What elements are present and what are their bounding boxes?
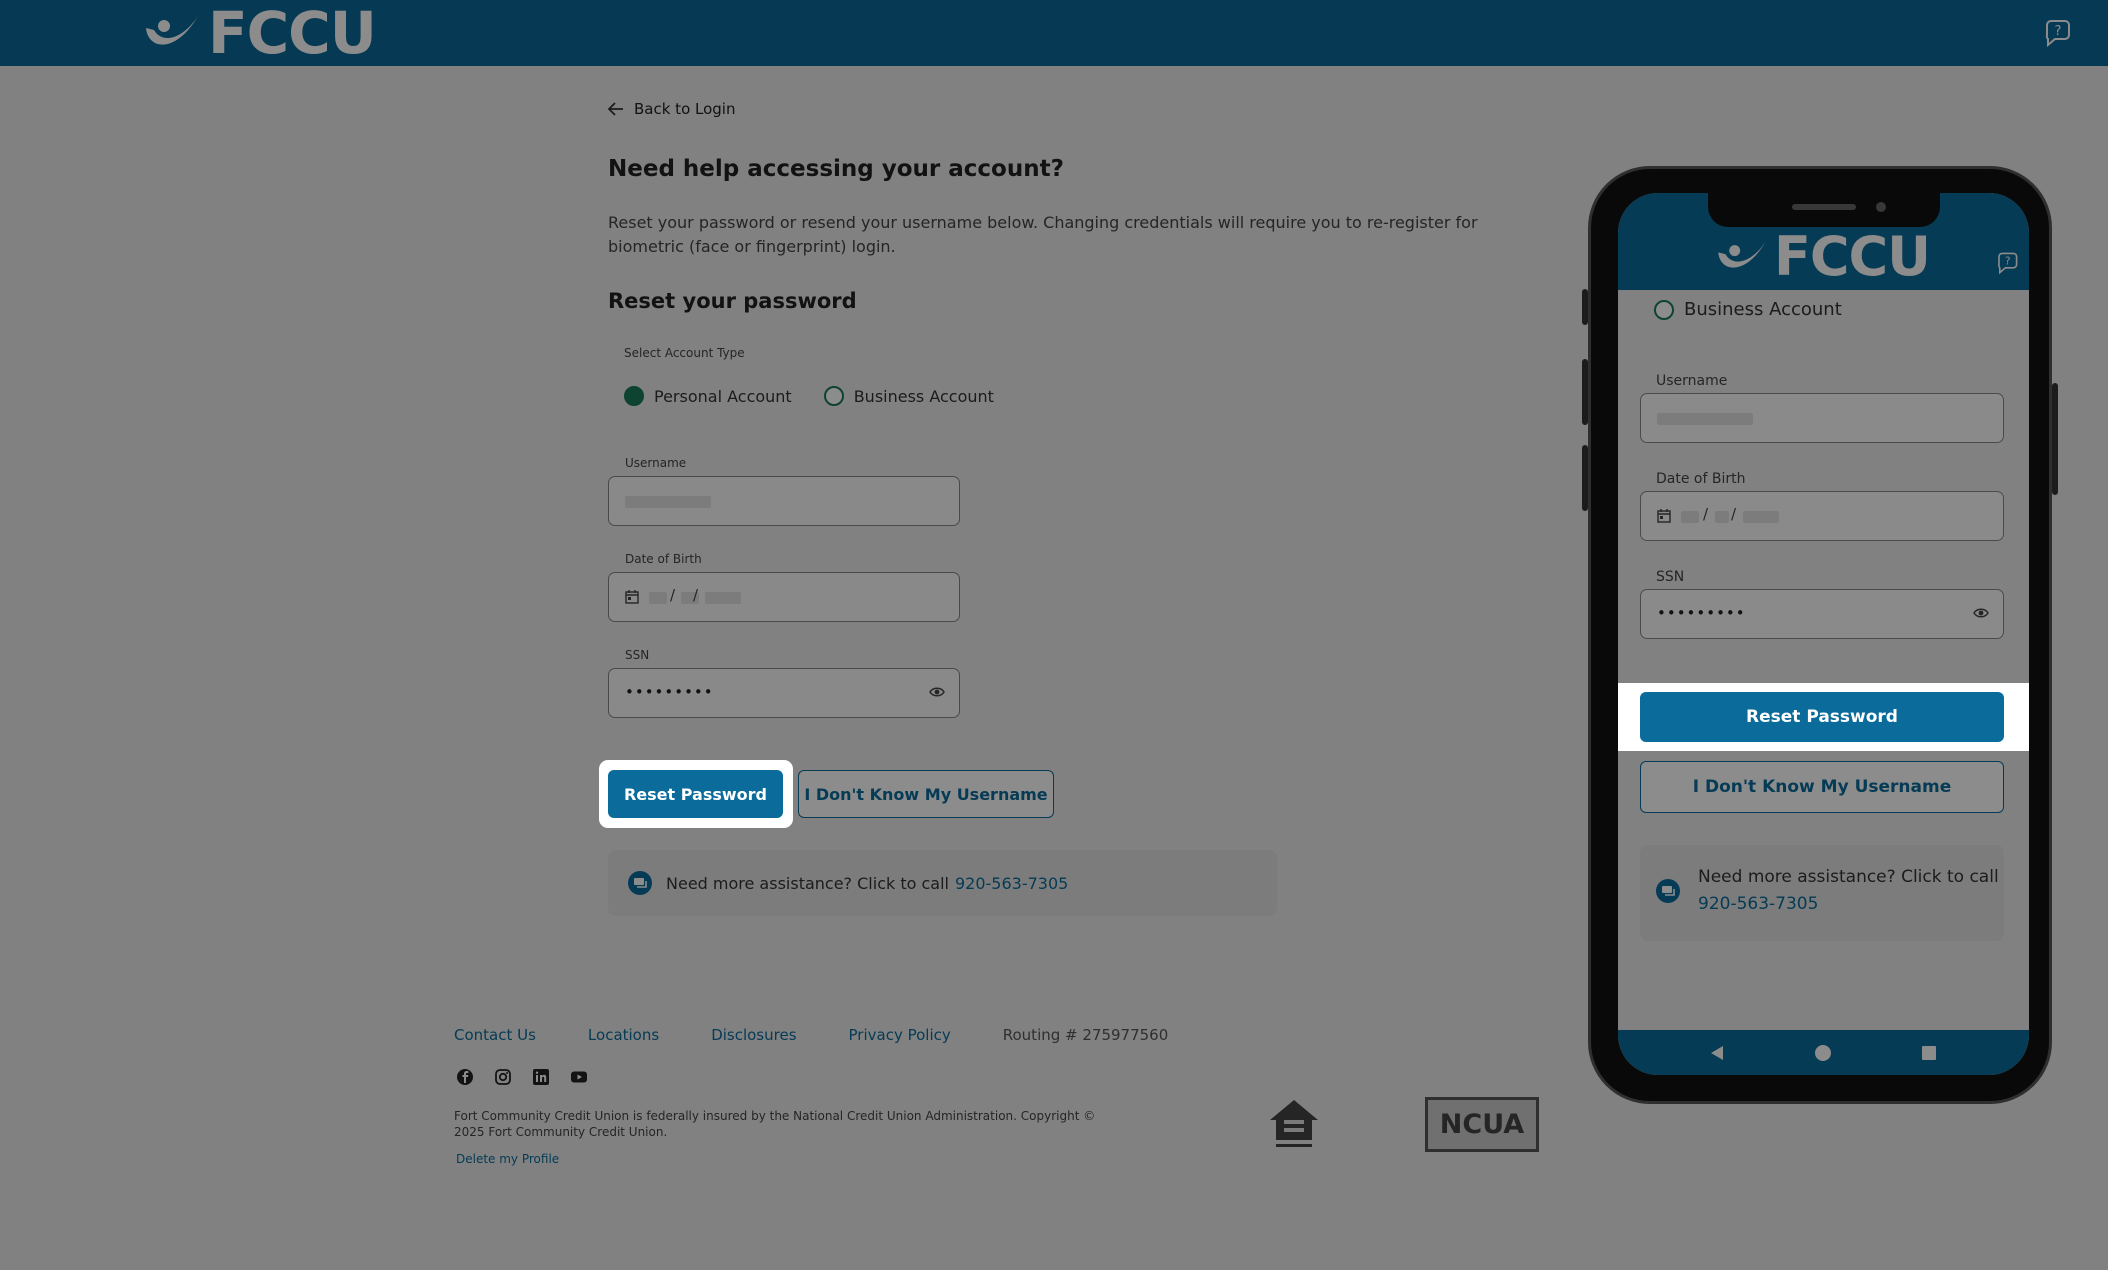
redacted-year xyxy=(705,592,741,604)
top-bar: FCCU ? xyxy=(0,0,2108,66)
radio-personal-account[interactable]: Personal Account xyxy=(624,386,792,406)
dob-separator: / xyxy=(670,586,676,604)
phone-nav-bar xyxy=(1618,1030,2029,1075)
section-title: Reset your password xyxy=(608,289,857,313)
facebook-icon[interactable] xyxy=(456,1068,474,1090)
nav-back-icon xyxy=(1711,1046,1723,1060)
svg-text:?: ? xyxy=(2005,256,2011,268)
phone-header: FCCU ? xyxy=(1618,193,2029,290)
phone-notch xyxy=(1708,193,1940,227)
nav-recents-icon xyxy=(1922,1046,1936,1060)
insurance-disclaimer: Fort Community Credit Union is federally… xyxy=(454,1109,1096,1139)
assistance-box: Need more assistance? Click to call 920-… xyxy=(608,850,1277,916)
chat-bubble-icon xyxy=(628,871,652,895)
phone-camera xyxy=(1876,202,1886,212)
phone-username-label: Username xyxy=(1656,373,1728,389)
footer-link-privacy-policy[interactable]: Privacy Policy xyxy=(849,1026,951,1044)
fccu-logo[interactable]: FCCU xyxy=(142,0,377,67)
logo-text: FCCU xyxy=(208,0,377,67)
routing-number: Routing # 275977560 xyxy=(1002,1026,1169,1044)
radio-personal-label: Personal Account xyxy=(654,386,792,406)
calendar-icon xyxy=(625,590,639,604)
forgot-username-button[interactable]: I Don't Know My Username xyxy=(798,770,1054,818)
calendar-icon xyxy=(1657,509,1671,523)
account-type-radio-group: Personal Account Business Account xyxy=(624,386,1026,406)
linkedin-icon[interactable] xyxy=(532,1068,550,1090)
phone-assistance-box: Need more assistance? Click to call 920-… xyxy=(1640,845,2004,941)
instagram-icon[interactable] xyxy=(494,1068,512,1090)
back-link-label: Back to Login xyxy=(634,100,736,118)
phone-side-button xyxy=(1582,445,1588,511)
svg-text:?: ? xyxy=(2055,24,2062,39)
dob-field[interactable]: / / xyxy=(608,572,960,622)
ssn-masked-value: ••••••••• xyxy=(625,683,714,701)
phone-dob-field: / / xyxy=(1640,491,2004,541)
ssn-label: SSN xyxy=(625,648,650,662)
phone-radio-business: Business Account xyxy=(1654,299,1842,320)
eye-icon xyxy=(1973,608,1989,618)
social-links xyxy=(456,1068,608,1090)
ssn-field[interactable]: ••••••••• xyxy=(608,668,960,718)
phone-ssn-field: ••••••••• xyxy=(1640,589,2004,639)
phone-forgot-username-button: I Don't Know My Username xyxy=(1640,761,2004,813)
redacted-username xyxy=(1657,413,1753,425)
dob-label: Date of Birth xyxy=(625,552,702,566)
dob-separator: / xyxy=(1703,505,1709,523)
redacted-username xyxy=(625,496,711,508)
redacted-day xyxy=(1715,511,1729,523)
dob-separator: / xyxy=(1731,505,1737,523)
radio-indicator xyxy=(823,386,844,406)
assistance-text: Need more assistance? Click to call xyxy=(666,873,949,893)
phone-username-field xyxy=(1640,393,2004,443)
equal-housing-lender-logo xyxy=(1266,1096,1322,1156)
footer-link-contact-us[interactable]: Contact Us xyxy=(454,1026,536,1044)
ncua-logo: NCUA xyxy=(1425,1097,1539,1152)
fccu-swoosh-icon xyxy=(1718,241,1766,268)
phone-reset-password-button[interactable]: Reset Password xyxy=(1640,692,2004,742)
phone-dob-label: Date of Birth xyxy=(1656,471,1746,487)
radio-business-label: Business Account xyxy=(853,386,994,406)
redacted-month xyxy=(1681,511,1699,523)
back-to-login-link[interactable]: Back to Login xyxy=(608,100,735,118)
radio-business-account[interactable]: Business Account xyxy=(823,386,994,406)
phone-assistance-text: Need more assistance? Click to call xyxy=(1698,867,1999,887)
footer-link-disclosures[interactable]: Disclosures xyxy=(711,1026,796,1044)
radio-selected-indicator xyxy=(624,386,644,406)
phone-help-icon: ? xyxy=(1995,251,2019,279)
youtube-icon[interactable] xyxy=(570,1068,588,1090)
username-field[interactable] xyxy=(608,476,960,526)
phone-business-label: Business Account xyxy=(1684,299,1842,320)
reset-password-button[interactable]: Reset Password xyxy=(608,770,783,818)
redacted-year xyxy=(1743,511,1779,523)
footer-link-locations[interactable]: Locations xyxy=(588,1026,659,1044)
help-chat-icon[interactable]: ? xyxy=(2042,18,2072,48)
chat-bubble-icon xyxy=(1656,879,1680,903)
phone-ssn-label: SSN xyxy=(1656,569,1685,585)
account-type-label: Select Account Type xyxy=(624,346,745,360)
page-title: Need help accessing your account? xyxy=(608,156,1064,182)
phone-side-button xyxy=(2052,383,2058,495)
footer-links: Contact Us Locations Disclosures Privacy… xyxy=(454,1026,1220,1044)
ssn-masked-value: ••••••••• xyxy=(1657,604,1746,622)
eye-icon[interactable] xyxy=(929,686,945,698)
radio-indicator xyxy=(1654,299,1674,320)
delete-profile-link[interactable]: Delete my Profile xyxy=(456,1152,559,1166)
phone-call-link: 920-563-7305 xyxy=(1698,894,1819,914)
phone-logo-text: FCCU xyxy=(1774,225,1931,288)
phone-fccu-logo: FCCU xyxy=(1714,225,1931,288)
nav-home-icon xyxy=(1815,1045,1831,1061)
phone-screen: FCCU ? Business Account Username Date of… xyxy=(1618,193,2029,1075)
dob-separator: / xyxy=(693,586,699,604)
call-phone-link[interactable]: 920-563-7305 xyxy=(955,874,1068,893)
fccu-swoosh-icon xyxy=(146,16,198,45)
redacted-month xyxy=(649,592,667,604)
username-label: Username xyxy=(625,456,687,470)
arrow-left-icon xyxy=(608,102,623,116)
page-description: Reset your password or resend your usern… xyxy=(608,213,1478,256)
phone-side-button xyxy=(1582,289,1588,325)
phone-side-button xyxy=(1582,359,1588,425)
phone-speaker xyxy=(1792,204,1856,210)
